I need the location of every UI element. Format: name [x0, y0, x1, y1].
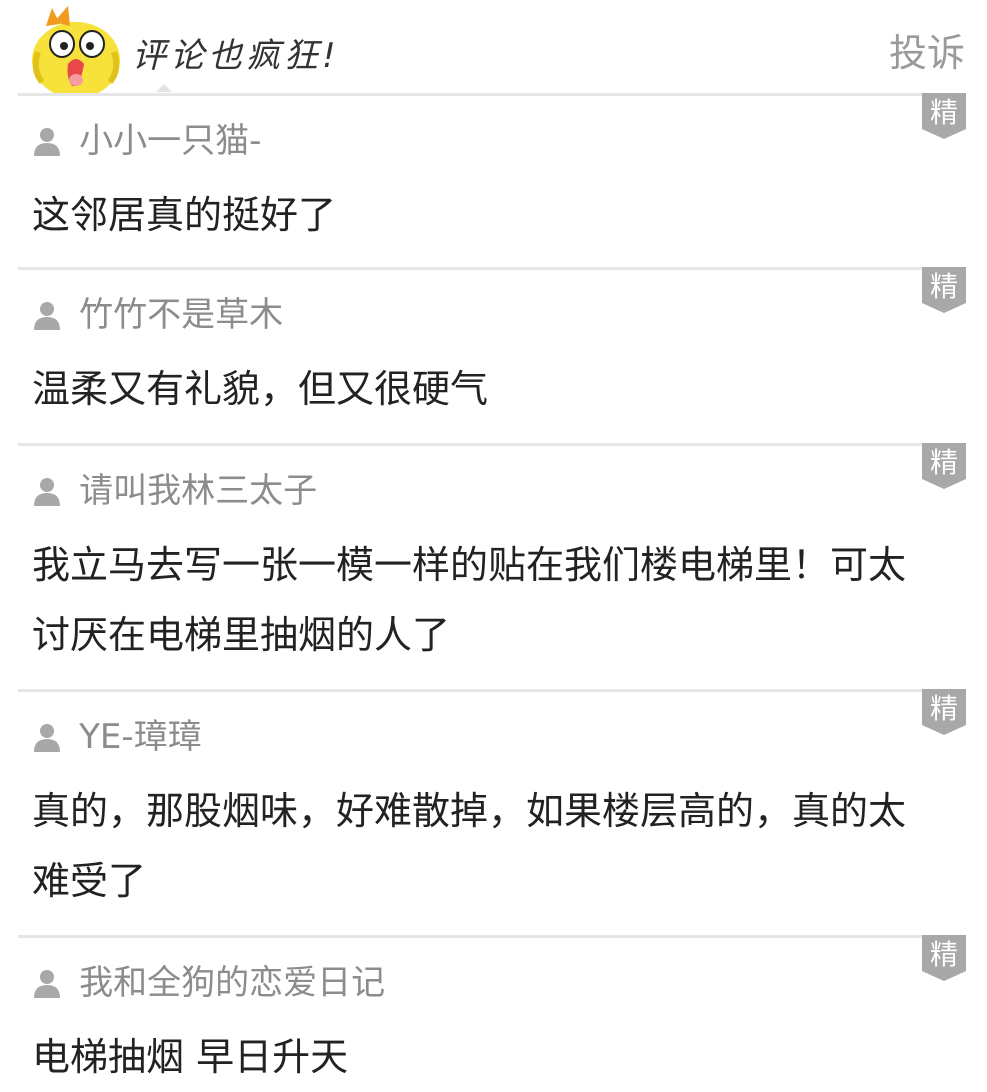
report-button[interactable]: 投诉: [889, 28, 965, 78]
comment-text: 这邻居真的挺好了: [32, 193, 337, 237]
comments-header: 评论也疯狂! 投诉: [0, 0, 987, 94]
author-name: 我和全狗的恋爱日记: [79, 963, 386, 1003]
comment-author[interactable]: 我和全狗的恋爱日记: [32, 958, 385, 1008]
comment-text: 我立马去写一张一模一样的贴在我们楼电梯里！可太讨厌在电梯里抽烟的人了: [32, 543, 907, 657]
comment-author[interactable]: 请叫我林三太子: [32, 466, 317, 516]
featured-badge-label: 精: [929, 938, 958, 971]
comment-author[interactable]: YE-璋璋: [32, 712, 202, 762]
comment-author[interactable]: 竹竹不是草木: [32, 290, 283, 340]
featured-badge-label: 精: [929, 270, 958, 303]
author-name: 请叫我林三太子: [79, 471, 318, 511]
user-icon: [34, 302, 60, 330]
comment-item: 精 竹竹不是草木 温柔又有礼貌，但又很硬气: [18, 267, 966, 443]
featured-badge: 精: [922, 689, 966, 735]
author-name: 小小一只猫-: [79, 121, 262, 161]
author-name: YE-璋璋: [79, 717, 202, 757]
featured-badge: 精: [922, 935, 966, 981]
comment-item: 精 小小一只猫- 这邻居真的挺好了: [18, 93, 966, 267]
user-icon: [34, 128, 60, 156]
user-icon: [34, 970, 60, 998]
comment-item: 精 请叫我林三太子 我立马去写一张一模一样的贴在我们楼电梯里！可太讨厌在电梯里抽…: [18, 443, 966, 689]
header-caret: [156, 84, 172, 92]
featured-badge-label: 精: [929, 96, 958, 129]
mascot-chick-icon: [32, 6, 120, 94]
comment-author[interactable]: 小小一只猫-: [32, 116, 261, 166]
featured-badge-label: 精: [929, 692, 958, 725]
comment-item: 精 YE-璋璋 真的，那股烟味，好难散掉，如果楼层高的，真的太难受了: [18, 689, 966, 935]
featured-badge: 精: [922, 93, 966, 139]
comment-text: 电梯抽烟 早日升天: [32, 1035, 349, 1079]
featured-badge: 精: [922, 267, 966, 313]
comment-text: 温柔又有礼貌，但又很硬气: [32, 367, 489, 411]
header-title: 评论也疯狂!: [132, 36, 340, 76]
comment-text: 真的，那股烟味，好难散掉，如果楼层高的，真的太难受了: [32, 789, 907, 903]
comment-item: 精 我和全狗的恋爱日记 电梯抽烟 早日升天: [18, 935, 966, 1079]
user-icon: [34, 724, 60, 752]
featured-badge: 精: [922, 443, 966, 489]
user-icon: [34, 478, 60, 506]
featured-badge-label: 精: [929, 446, 958, 479]
author-name: 竹竹不是草木: [79, 295, 284, 335]
